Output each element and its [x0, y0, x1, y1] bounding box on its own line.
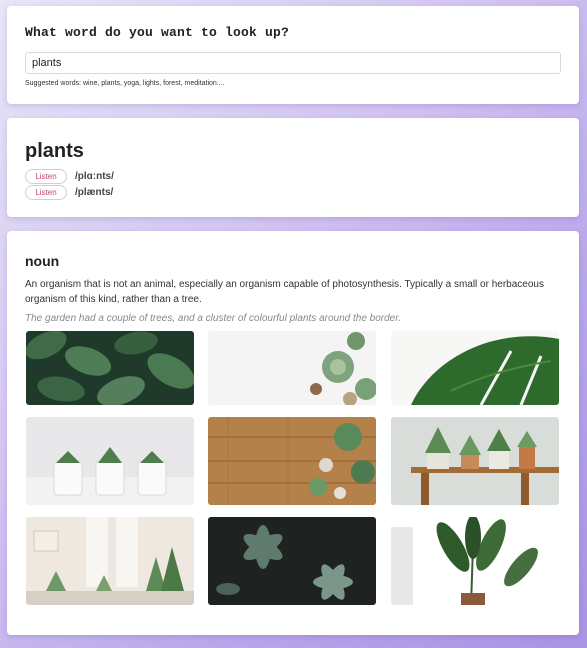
shelf-plants-photo[interactable]	[391, 417, 559, 505]
definition-text: An organism that is not an animal, espec…	[25, 279, 544, 305]
phonetic-text: /plɑːnts/	[75, 171, 114, 182]
wood-table-succulents-photo[interactable]	[208, 417, 376, 505]
phonetic-text: /plænts/	[75, 187, 114, 198]
potted-succulents-photo[interactable]	[26, 417, 194, 505]
pronunciation-row: Listen /plɑːnts/	[25, 169, 561, 184]
example-sentence: The garden had a couple of trees, and a …	[25, 313, 401, 324]
succulents-on-white-photo[interactable]	[208, 331, 376, 405]
window-plants-photo[interactable]	[26, 517, 194, 605]
word-card: plants Listen /plɑːnts/ Listen /plænts/	[7, 118, 579, 217]
search-input[interactable]	[25, 52, 561, 74]
suggested-words: Suggested words: wine, plants, yoga, lig…	[25, 80, 225, 87]
part-of-speech: noun	[25, 253, 60, 269]
image-gallery	[26, 331, 559, 611]
listen-button[interactable]: Listen	[25, 169, 67, 184]
search-heading: What word do you want to look up?	[25, 25, 290, 40]
monstera-leaf-photo[interactable]	[391, 331, 559, 405]
pronunciation-row: Listen /plænts/	[25, 185, 561, 200]
dark-succulent-photo[interactable]	[208, 517, 376, 605]
tall-plant-photo[interactable]	[391, 517, 559, 605]
headword: plants	[25, 140, 84, 162]
search-card: What word do you want to look up? Sugges…	[7, 6, 579, 104]
dark-leaves-photo[interactable]	[26, 331, 194, 405]
listen-button[interactable]: Listen	[25, 185, 67, 200]
